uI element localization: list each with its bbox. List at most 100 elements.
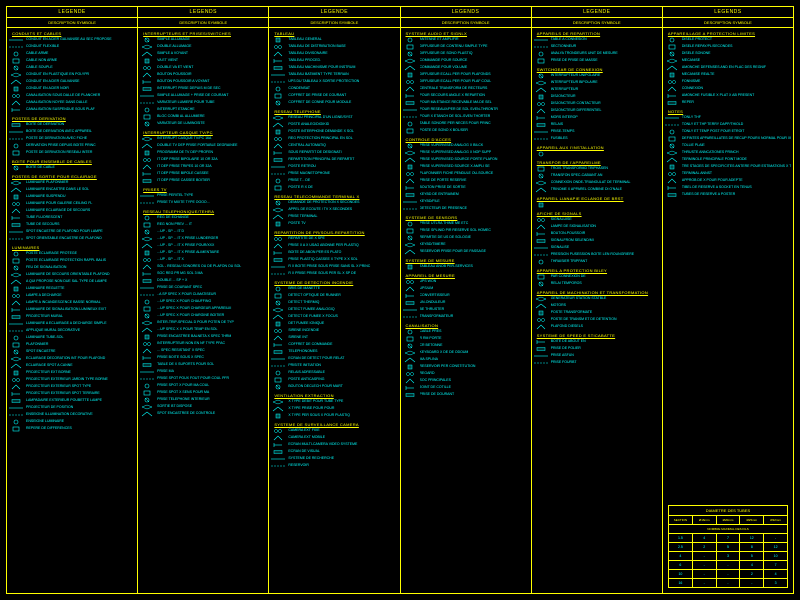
table-title: DIAMETRE DES TUBES — [669, 506, 787, 516]
table-cell: - — [693, 570, 717, 578]
legend-entry: ECRAN MULTI-CAMERA VIDEO SYSTEME — [271, 442, 397, 448]
legend-symbol-icon — [403, 93, 417, 99]
legend-description: REPARTITE DE X SPE — [288, 236, 397, 241]
legend-description: REPARTIE DE US DE SOLOGIE — [420, 235, 529, 240]
legend-symbol-icon — [271, 257, 285, 263]
legend-description: LUMINAIRE A ECLAIRAGE A DECHARGE SIMPLE — [26, 321, 135, 326]
legend-symbol-icon — [140, 121, 154, 127]
legend-description: SECTIONNEUR — [551, 44, 660, 49]
legend-entry: PRISE VUPERVISED SOURCE PORTE PLAFON — [403, 157, 529, 163]
legend-symbol-icon — [271, 164, 285, 170]
legend-entry: INTERRUPTEUR — [534, 87, 660, 93]
legend-entry: CONVERTISSEUR — [403, 293, 529, 299]
legend-symbol-icon — [403, 58, 417, 64]
legend-description: REG PROTECTION PRINCIPAL EN SOL — [288, 136, 397, 141]
legend-entry: CABLE PRES — [403, 329, 529, 335]
legend-symbol-icon — [271, 250, 285, 256]
column-header: LEGENDS — [401, 7, 531, 18]
legend-symbol-icon — [665, 79, 679, 85]
legend-description: PRISE X A X USAG ABONNE PER PLASTIQ — [288, 243, 397, 248]
legend-entry: PRISE T... DE — [271, 178, 397, 184]
legend-description: BRIS DE MANETTE — [288, 286, 397, 291]
legend-description: DEFINTES APPAREILLATES DE RECUP POURX NO… — [682, 136, 791, 141]
legend-description: ..A SP SPEC X POUR CLIMATISEUR — [157, 292, 266, 297]
legend-description: JOINT DE COTILLE — [420, 385, 529, 390]
legend-symbol-icon — [271, 200, 285, 206]
legend-entry: LAMPADAIRE EXTERIEUR POUBETTE LAMPE — [9, 398, 135, 404]
legend-symbol-icon — [140, 271, 154, 277]
legend-description: PRISE VUPERVISED SOURCE X AMPLI SE — [420, 164, 529, 169]
legend-description: PRISE VUPERVISED ANALOG X BILCK — [420, 143, 529, 148]
legend-symbol-icon — [534, 296, 548, 302]
sub-header-row: DESCRIPTION SYMBOLE — [663, 18, 793, 28]
legend-symbol-icon — [271, 143, 285, 149]
legend-description: CONDUIT EN ACIER GALVANISE AU SEC PROPOS… — [26, 37, 135, 42]
legend-description: MOTORS — [551, 303, 660, 308]
legend-description: UN-ONDULEUR — [420, 300, 529, 305]
table-row: 2.525812 — [669, 543, 787, 552]
legend-description: BOITE DE DERIVATION — [26, 122, 135, 127]
legend-entry: TONLY ET TEMP POST POUR ETROIT — [665, 129, 791, 135]
legend-entry: BOITE DE DERIVATION AVEC APPAREIL — [9, 129, 135, 135]
legend-description: TELEPHONOMES — [288, 349, 397, 354]
legend-entry: PLAFONNIER — [9, 342, 135, 348]
legend-entry: POUR MA ETANCE RECEVABLE MA DE SEL — [403, 100, 529, 106]
legend-entry: SPOT ENCASTREE DE CONTROLE — [140, 411, 266, 417]
sub-header-row: DESCRIPTION SYMBOLE — [138, 18, 268, 28]
legend-entry: BLOC COMBI AL ALLUMIERE — [140, 114, 266, 120]
table-row: 1.54712- — [669, 534, 787, 543]
legend-entry: TABLEAU ANOB PER-SERVICES — [403, 264, 529, 270]
legend-entry: TERMINAL ANNST — [665, 171, 791, 177]
legend-symbol-icon — [9, 328, 23, 334]
legend-description: GENERATEUR STATION STATBLE — [551, 296, 660, 301]
legend-description: MECANISE REALTE — [682, 72, 791, 77]
legend-description: TOLLIE PLAIE — [682, 143, 791, 148]
legend-symbol-icon — [534, 136, 548, 142]
legend-symbol-icon — [140, 51, 154, 57]
legend-entry: REPERE DE DIFFERENCES — [9, 426, 135, 432]
legend-symbol-icon — [140, 171, 154, 177]
legend-entry: VARIATEUR LUMIERE POUR TUBE — [140, 100, 266, 106]
legend-entry: VA ET VIENT — [140, 58, 266, 64]
table-cell: 1.5 — [669, 534, 693, 542]
legend-entry — [534, 151, 660, 157]
table-cell: 10 — [764, 552, 787, 560]
legend-symbol-icon — [665, 178, 679, 184]
legend-entry: PRISE TERMINAL — [271, 214, 397, 220]
legend-symbol-icon — [403, 364, 417, 370]
legend-symbol-icon — [9, 335, 23, 341]
legend-symbol-icon — [9, 150, 23, 156]
legend-description: POSTE TRANSFORMATE — [551, 310, 660, 315]
legend-description: PRISE MAGNETOPHONE — [288, 171, 397, 176]
legend-entry: CABLE NON ARME — [9, 58, 135, 64]
legend-description: LUMINAIRE REGLETTE — [26, 286, 135, 291]
legend-entry: LUMINAIRE ECLAIRAGE DE SECOURS — [9, 208, 135, 214]
table-cell: - — [764, 534, 787, 542]
legend-description: CANALISATION NOYEE DANS DALLE — [26, 100, 135, 105]
legend-entry: REGARD — [403, 371, 529, 377]
legend-symbol-icon — [9, 143, 23, 149]
legend-symbol-icon — [665, 129, 679, 135]
legend-description: INTERRUPT ETANCHE — [157, 107, 266, 112]
legend-symbol-icon — [271, 214, 285, 220]
legend-entry: SECTIONNEUR — [534, 44, 660, 50]
sub-header-row: DESCRIPTION SYMBOLE — [7, 18, 137, 28]
legend-entry: ECRAN DE VISUAL — [271, 449, 397, 455]
legend-description: BOITE DE DERIVATION AVEC APPAREIL — [26, 129, 135, 134]
legend-symbol-icon — [140, 86, 154, 92]
table-cell: - — [717, 561, 741, 569]
table-row: 16---3 — [669, 579, 787, 587]
legend-entry: SOC REG PR MG SOL 3 MA — [140, 271, 266, 277]
legend-description: CANALISATION SUSPENDUE SOUS PLAF — [26, 107, 135, 112]
legend-symbol-icon — [665, 93, 679, 99]
legend-entry: PRISE UTLRA THIME ME ETC — [403, 221, 529, 227]
legend-description: PRISE TV MIXTE TYPE OOOO... — [157, 200, 266, 205]
legend-entry: PRISE VUPERVISED SOURCE X AMPLI SE — [403, 164, 529, 170]
legend-entry: LAMPE A DECHARGE — [9, 293, 135, 299]
legend-description: CABLE ARME — [26, 51, 135, 56]
table-cell: 2 — [740, 570, 764, 578]
legend-description: DIFFUSEUR DE SONO PLASTIQ — [420, 51, 529, 56]
legend-entry: CONDUIT EN PLASTIQUE EN POLYPR — [9, 72, 135, 78]
legend-symbol-icon — [9, 286, 23, 292]
legend-symbol-icon — [271, 321, 285, 327]
